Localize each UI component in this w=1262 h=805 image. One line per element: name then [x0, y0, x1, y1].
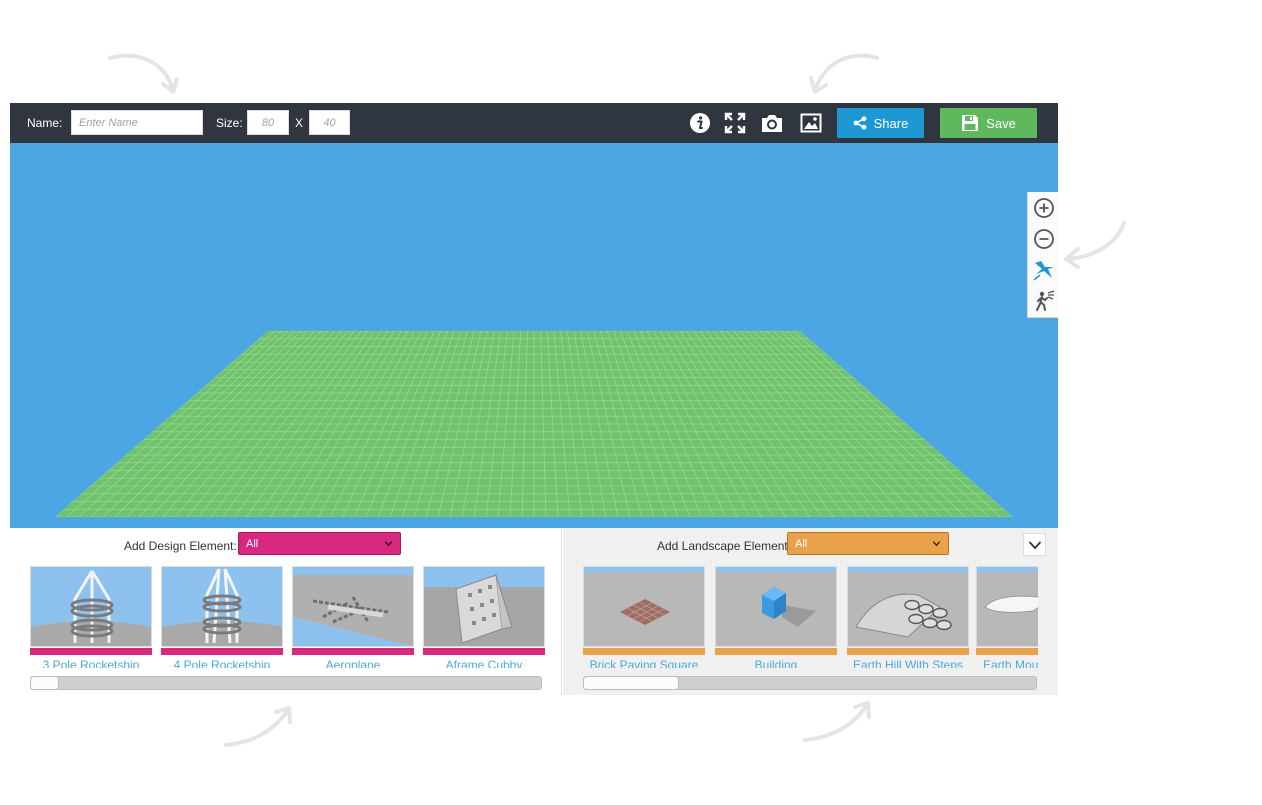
share-icon	[853, 116, 867, 130]
design-element-panel: Add Design Element: All 3 Pole Rocketshi…	[10, 528, 562, 695]
floppy-disk-icon	[962, 115, 979, 131]
landscape-element-list: Brick Paving Square Building Earth Hill …	[583, 566, 1038, 668]
landscape-item-name: Building	[754, 658, 798, 668]
category-bar	[161, 648, 283, 655]
save-label: Save	[986, 115, 1016, 131]
landscape-filter-value: All	[795, 537, 808, 550]
thumbnail-image	[715, 566, 837, 647]
height-input[interactable]	[309, 110, 350, 135]
design-filter-value: All	[246, 537, 259, 550]
zoom-out-icon[interactable]	[1032, 227, 1056, 251]
info-icon[interactable]	[689, 112, 711, 134]
annotation-arrow-side	[1064, 221, 1126, 269]
landscape-element-label: Add Landscape Element:	[657, 539, 792, 553]
ground-grid	[55, 331, 1013, 517]
walk-view-icon[interactable]	[1032, 289, 1056, 313]
category-bar	[583, 648, 705, 655]
design-item-name: 3 Pole Rocketship	[42, 658, 140, 668]
landscape-filter-select[interactable]: All	[787, 532, 949, 555]
category-bar	[715, 648, 837, 655]
view-tools	[1027, 192, 1058, 318]
design-filter-select[interactable]: All	[238, 532, 401, 555]
annotation-arrow-top-right	[809, 53, 879, 94]
landscape-element-panel: Add Landscape Element: All Brick Paving …	[563, 528, 1058, 695]
category-bar	[847, 648, 969, 655]
fullscreen-icon[interactable]	[724, 112, 746, 134]
camera-icon[interactable]	[760, 112, 784, 134]
bird-view-icon[interactable]	[1032, 258, 1056, 282]
thumbnail-image	[292, 566, 414, 647]
design-element-label: Add Design Element:	[124, 539, 237, 553]
category-bar	[292, 648, 414, 655]
chevron-down-icon	[932, 541, 941, 547]
collapse-panel-button[interactable]	[1023, 533, 1046, 556]
category-bar	[30, 648, 152, 655]
design-item-name: 4 Pole Rocketship	[173, 658, 271, 668]
thumbnail-image	[30, 566, 152, 647]
zoom-in-icon[interactable]	[1032, 196, 1056, 220]
annotation-arrow-bottom-right	[803, 701, 871, 742]
annotation-arrow-bottom-left	[224, 706, 292, 747]
size-label: Size:	[216, 116, 243, 130]
design-item-name: Aeroplane	[325, 658, 381, 668]
top-toolbar: Name: Size: X	[10, 103, 1058, 143]
category-bar	[976, 648, 1038, 655]
design-item-name: Aframe Cubby	[445, 658, 523, 668]
landscape-scrollbar-thumb[interactable]	[584, 677, 679, 689]
share-label: Share	[873, 115, 909, 131]
design-element-list: 3 Pole Rocketship 4 Pole Rocketship Aero…	[30, 566, 545, 668]
playground-designer-app: Name: Size: X	[10, 103, 1058, 695]
save-button[interactable]: Save	[940, 108, 1037, 138]
thumbnail-image	[583, 566, 705, 647]
3d-viewport[interactable]	[10, 143, 1058, 528]
name-input[interactable]	[71, 110, 203, 135]
width-input[interactable]	[247, 110, 289, 135]
category-bar	[423, 648, 545, 655]
size-separator: X	[295, 116, 304, 130]
thumbnail-image	[847, 566, 969, 647]
chevron-down-icon	[1028, 540, 1041, 549]
design-scrollbar[interactable]	[30, 676, 542, 690]
share-button[interactable]: Share	[837, 108, 924, 138]
landscape-item-name: Earth Mou	[983, 658, 1038, 668]
image-icon[interactable]	[800, 112, 822, 134]
landscape-scrollbar[interactable]	[583, 676, 1037, 690]
chevron-down-icon	[384, 541, 393, 547]
landscape-item-name: Brick Paving Square	[589, 658, 699, 668]
annotation-arrow-top-left	[108, 53, 179, 94]
thumbnail-image	[976, 566, 1038, 647]
thumbnail-image	[161, 566, 283, 647]
name-label: Name:	[27, 116, 63, 130]
landscape-item-name: Earth Hill With Steps	[852, 658, 964, 668]
design-scrollbar-thumb[interactable]	[31, 677, 59, 689]
thumbnail-image	[423, 566, 545, 647]
